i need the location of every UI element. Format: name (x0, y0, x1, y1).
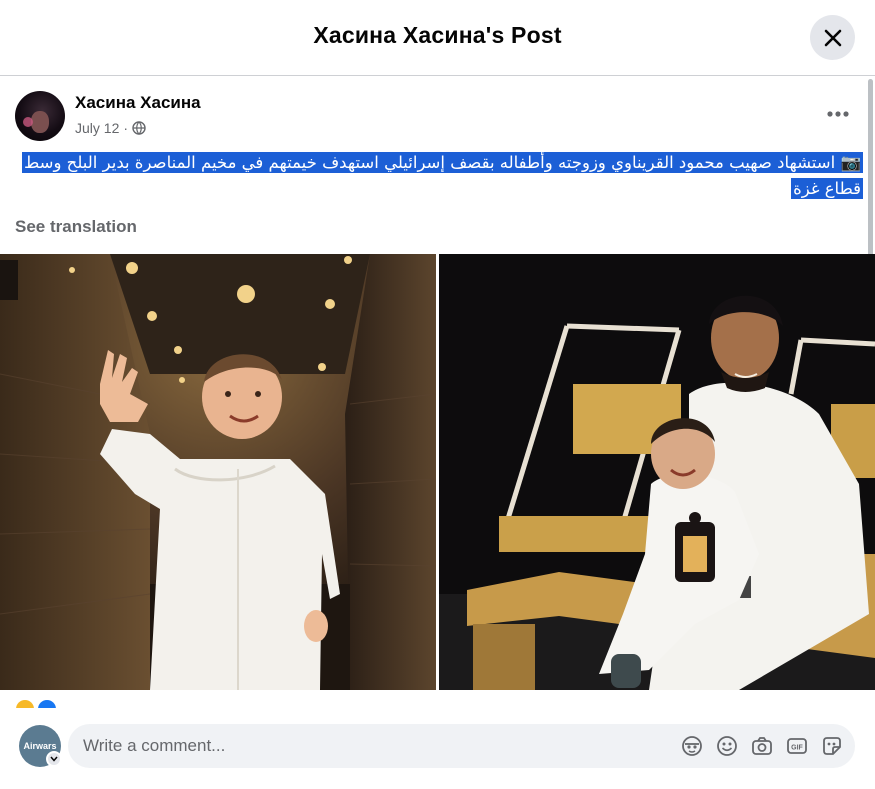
profile-switcher[interactable] (46, 751, 62, 767)
comment-placeholder: Write a comment... (83, 736, 226, 755)
photo-child-waving-art (0, 254, 436, 690)
post-meta: July 12 · (75, 120, 146, 136)
sticker-icon[interactable] (821, 735, 843, 757)
close-button[interactable] (810, 15, 855, 60)
more-options-icon (827, 111, 849, 117)
post-text[interactable]: 📷 استشهاد صهيب محمود القريناوي وزوجته وأ… (8, 150, 863, 202)
meta-separator: · (123, 120, 129, 136)
author-avatar[interactable] (15, 91, 65, 141)
post-date[interactable]: July 12 (75, 120, 119, 136)
avatar-light (23, 117, 33, 127)
see-translation-link[interactable]: See translation (15, 217, 137, 237)
photo-father-and-child-art (439, 254, 875, 690)
author-name[interactable]: Хасина Хасина (75, 93, 201, 113)
globe-icon[interactable] (132, 121, 146, 135)
svg-text:GIF: GIF (791, 745, 803, 752)
reaction-summary[interactable] (16, 700, 66, 718)
current-user-avatar-text: Airwars (23, 741, 57, 751)
camera-icon[interactable] (751, 735, 773, 757)
avatar-face (31, 111, 49, 133)
post-text-content: 📷 استشهاد صهيب محمود القريناوي وزوجته وأ… (21, 152, 863, 199)
photo-child-waving[interactable] (0, 254, 436, 690)
photo-father-and-child[interactable] (439, 254, 875, 690)
more-options-button[interactable] (822, 100, 854, 128)
modal-header: Хасина Хасина's Post (0, 0, 875, 76)
close-icon (824, 29, 841, 46)
modal-title: Хасина Хасина's Post (313, 22, 562, 48)
emoji-icon[interactable] (716, 735, 738, 757)
gif-icon[interactable]: GIF (786, 735, 808, 757)
comment-input[interactable]: Write a comment... GIF (68, 724, 855, 768)
chevron-down-icon (50, 756, 58, 762)
avatar-sticker-icon[interactable] (681, 735, 703, 757)
